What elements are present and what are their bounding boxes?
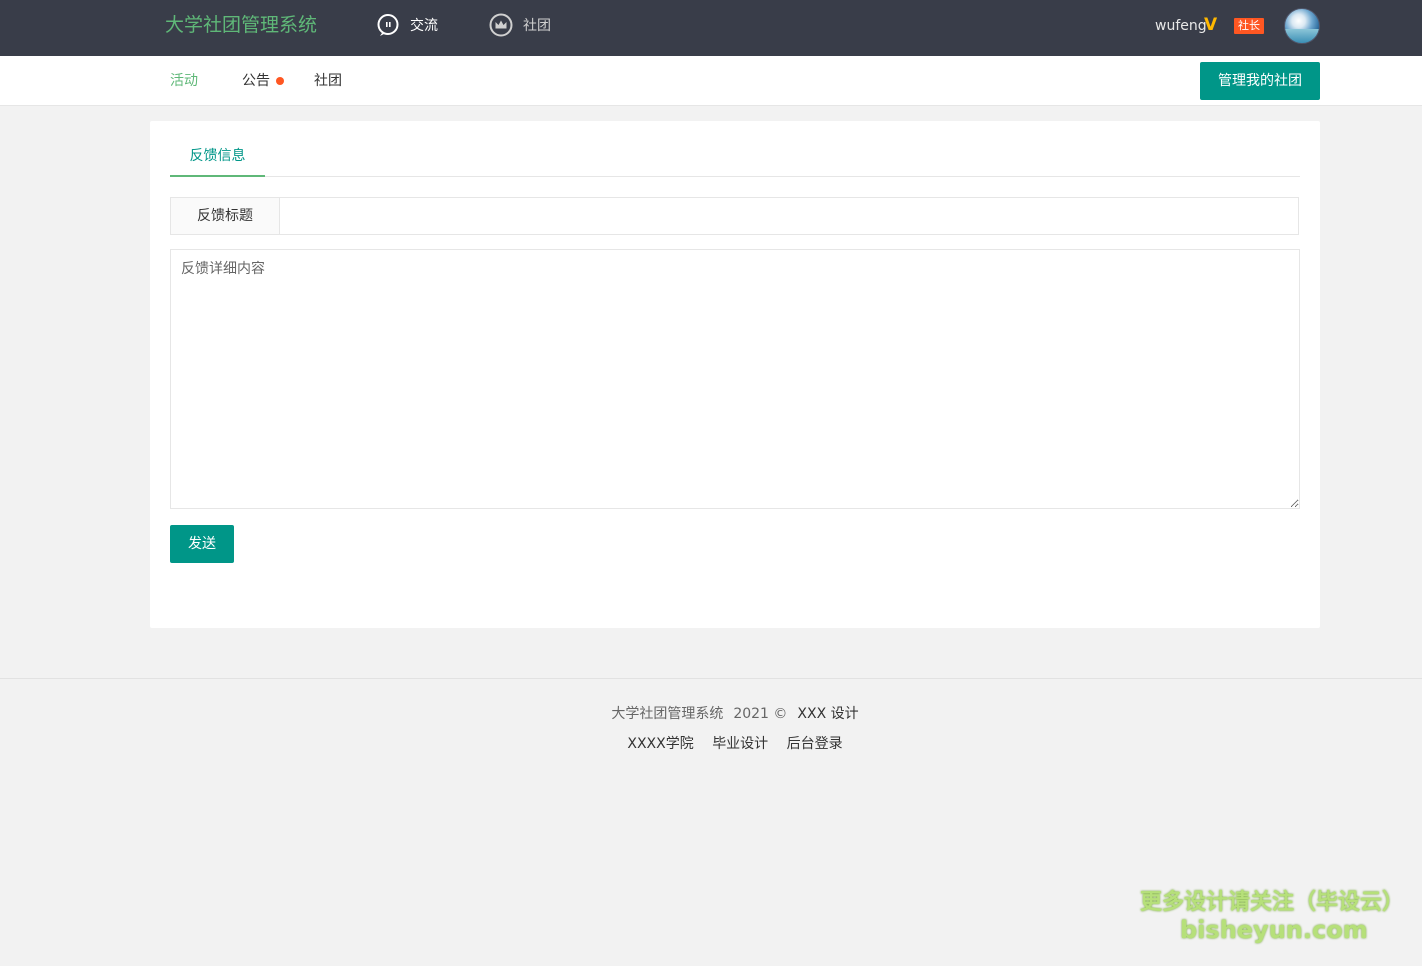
tab-feedback[interactable]: 反馈信息	[170, 145, 265, 177]
chat-icon	[376, 13, 400, 37]
footer-copyright: 大学社团管理系统 2021 © XXX 设计	[0, 704, 1422, 724]
nav-chat[interactable]: 交流	[376, 12, 438, 38]
subnav-clubs[interactable]: 社团	[314, 72, 342, 90]
subnav-activities[interactable]: 活动	[170, 72, 198, 90]
feedback-title-input[interactable]	[280, 198, 1298, 234]
footer-link-graduation-design[interactable]: 毕业设计	[712, 736, 768, 752]
nav-chat-label: 交流	[410, 18, 438, 34]
nav-club-label: 社团	[523, 18, 551, 34]
vip-icon: V	[1204, 15, 1218, 35]
send-button[interactable]: 发送	[170, 525, 234, 563]
feedback-title-row: 反馈标题	[170, 197, 1299, 235]
footer-link-college[interactable]: XXXX学院	[627, 736, 693, 752]
site-logo[interactable]: 大学社团管理系统	[165, 12, 317, 38]
footer-link-admin-login[interactable]: 后台登录	[787, 736, 843, 752]
feedback-title-label: 反馈标题	[171, 198, 280, 234]
notification-dot	[276, 77, 284, 85]
crown-icon	[489, 13, 513, 37]
footer-divider	[0, 678, 1422, 679]
tab-divider	[170, 176, 1300, 177]
watermark-line2: bisheyun.com	[1180, 916, 1368, 944]
user-name[interactable]: wufeng	[1155, 16, 1207, 36]
feedback-content-textarea[interactable]	[170, 249, 1300, 509]
sub-navbar: 活动 公告 社团 管理我的社团	[0, 56, 1422, 106]
feedback-card: 反馈信息 反馈标题 发送	[150, 121, 1320, 628]
footer-year: 2021 ©	[733, 706, 788, 722]
footer-design-link[interactable]: XXX 设计	[797, 706, 858, 722]
subnav-announcements[interactable]: 公告	[242, 72, 270, 90]
manage-my-club-button[interactable]: 管理我的社团	[1200, 62, 1320, 100]
avatar[interactable]	[1284, 8, 1320, 44]
watermark-line1: 更多设计请关注（毕设云）	[1140, 890, 1405, 915]
footer-links: XXXX学院 毕业设计 后台登录	[0, 734, 1422, 754]
role-badge: 社长	[1234, 18, 1264, 34]
top-header: 大学社团管理系统 交流 社团 wufeng V 社长	[0, 0, 1422, 56]
footer-system-name: 大学社团管理系统	[611, 706, 724, 722]
nav-club[interactable]: 社团	[489, 12, 551, 38]
